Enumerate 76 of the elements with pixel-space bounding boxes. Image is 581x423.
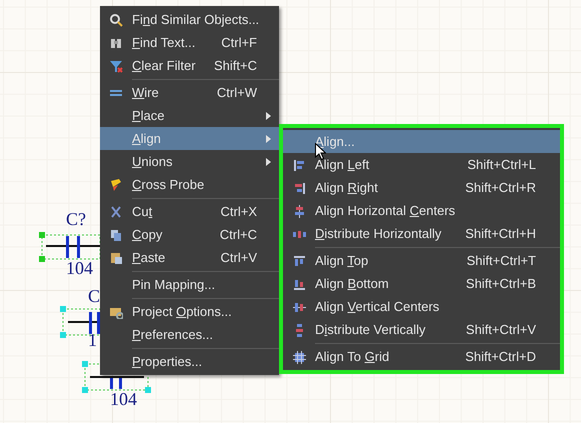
menu-item-label: Cross Probe	[132, 177, 206, 192]
copy-icon	[109, 228, 123, 242]
menu-item[interactable]: Align Bottom Shift+Ctrl+B	[283, 272, 560, 295]
menu-item[interactable]: Project Options...	[100, 300, 279, 323]
menu-item[interactable]: Pin Mapping...	[100, 273, 279, 296]
menu-item[interactable]: Find Text... Ctrl+F	[100, 31, 279, 54]
menu-item-label: Align Left	[315, 157, 370, 172]
component-label: 104	[110, 390, 137, 408]
align-left-icon	[292, 158, 306, 172]
menu-item[interactable]: Align Right Shift+Ctrl+R	[283, 176, 560, 199]
menu-item[interactable]: Wire Ctrl+W	[100, 81, 279, 104]
menu-item-label: Copy	[132, 227, 164, 242]
menu-item[interactable]: Align Vertical Centers	[283, 295, 560, 318]
probe-icon	[109, 178, 123, 192]
align-right-icon	[292, 180, 306, 194]
filter-icon	[109, 58, 123, 72]
menu-item-label: Place	[132, 108, 166, 123]
menu-item[interactable]: Distribute Horizontally Shift+Ctrl+H	[283, 222, 560, 245]
component-label: 104	[66, 259, 93, 277]
shortcut-label: Shift+Ctrl+T	[466, 253, 536, 268]
menu-item-label: Align	[132, 131, 162, 146]
shortcut-label: Ctrl+W	[216, 85, 257, 100]
menu-item-label: Cut	[132, 204, 154, 219]
shortcut-label: Ctrl+F	[221, 35, 257, 50]
menu-item[interactable]: Properties...	[100, 350, 279, 373]
menu-item[interactable]: Copy Ctrl+C	[100, 223, 279, 246]
shortcut-label: Shift+Ctrl+R	[465, 180, 536, 195]
menu-item[interactable]: Find Similar Objects...	[100, 8, 279, 31]
shortcut-label: Shift+Ctrl+V	[466, 322, 536, 337]
menu-item[interactable]: Align Horizontal Centers	[283, 199, 560, 222]
shortcut-label: Shift+Ctrl+L	[467, 157, 536, 172]
menu-item[interactable]: Distribute Vertically Shift+Ctrl+V	[283, 318, 560, 341]
menu-item-label: Distribute Horizontally	[315, 226, 442, 241]
shortcut-label: Shift+Ctrl+B	[466, 276, 536, 291]
shortcut-label: Shift+Ctrl+H	[465, 226, 536, 241]
menu-item-label: Distribute Vertically	[315, 322, 427, 337]
menu-item-label: Align Vertical Centers	[315, 299, 440, 314]
component-label: 1	[88, 331, 97, 349]
component-label: C?	[66, 210, 86, 228]
menu-item-label: Align To Grid	[315, 349, 390, 364]
menu-item-label: Clear Filter	[132, 58, 197, 73]
magnifier-icon	[109, 12, 123, 26]
align-top-icon	[292, 254, 306, 268]
shortcut-label: Ctrl+C	[220, 227, 257, 242]
menu-item-label: Unions	[132, 154, 174, 169]
menu-item[interactable]: Align Top Shift+Ctrl+T	[283, 249, 560, 272]
shortcut-label: Shift+C	[214, 58, 257, 73]
menu-item[interactable]: Align To Grid Shift+Ctrl+D	[283, 345, 560, 368]
menu-item-label: Wire	[132, 85, 160, 100]
menu-item-label: Find Text...	[132, 35, 196, 50]
component-label: C	[88, 287, 100, 305]
menu-item[interactable]: Clear Filter Shift+C	[100, 54, 279, 77]
menu-item-label: Properties...	[132, 354, 204, 369]
menu-item[interactable]: Paste Ctrl+V	[100, 246, 279, 269]
menu-item[interactable]: Cut Ctrl+X	[100, 200, 279, 223]
menu-item-label: Paste	[132, 250, 166, 265]
shortcut-label: Ctrl+V	[220, 250, 257, 265]
menu-item[interactable]: Cross Probe	[100, 173, 279, 196]
menu-item-label: Preferences...	[132, 327, 214, 342]
menu-item-label: Align Bottom	[315, 276, 390, 291]
menu-item-label: Pin Mapping...	[132, 277, 216, 292]
menu-item-label: Align Right	[315, 180, 379, 195]
grid-icon	[292, 350, 306, 364]
menu-item-label: Find Similar Objects...	[132, 12, 260, 27]
paste-icon	[109, 250, 123, 264]
menu-item-label: Align Horizontal Centers	[315, 203, 456, 218]
menu-item[interactable]: Preferences...	[100, 323, 279, 346]
align-center-icon	[292, 204, 306, 218]
capacitor-drawing	[39, 232, 100, 262]
menu-item[interactable]: Unions	[100, 150, 279, 173]
menu-item-label: Align Top	[315, 253, 370, 268]
shortcut-label: Ctrl+X	[220, 204, 257, 219]
menu-item[interactable]: Place	[100, 104, 279, 127]
menu-item-label: Project Options...	[132, 304, 233, 319]
menu-item[interactable]: Align Left Shift+Ctrl+L	[283, 153, 560, 176]
shortcut-label: Shift+Ctrl+D	[465, 349, 536, 364]
